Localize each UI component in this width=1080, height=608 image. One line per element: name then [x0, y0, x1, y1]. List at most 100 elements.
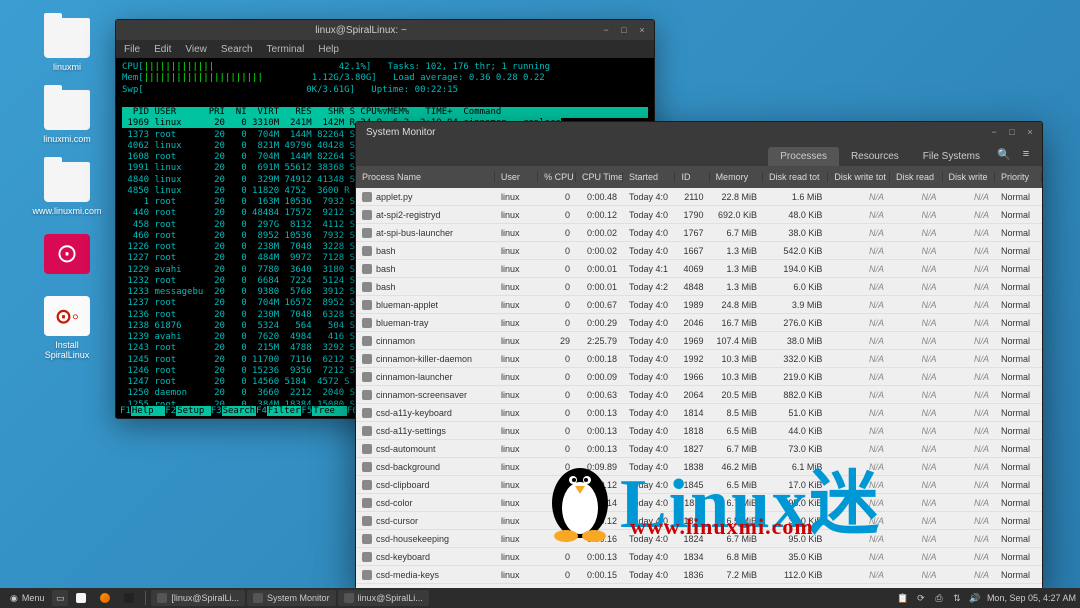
table-row[interactable]: bashlinux00:00.01Today 4:248481.3 MiB6.0…: [356, 278, 1042, 296]
table-row[interactable]: csd-colorlinux00:00.14Today 4:018116.7 M…: [356, 494, 1042, 512]
process-icon: [362, 282, 372, 292]
network-icon[interactable]: ⇅: [951, 592, 963, 604]
table-row[interactable]: applet.pylinux00:00.48Today 4:0211022.8 …: [356, 188, 1042, 206]
process-icon: [362, 192, 372, 202]
table-row[interactable]: at-spi-bus-launcherlinux00:00.02Today 4:…: [356, 224, 1042, 242]
tab-resources[interactable]: Resources: [839, 147, 911, 166]
printer-icon[interactable]: ⎙: [933, 592, 945, 604]
process-icon: [362, 300, 372, 310]
process-icon: [362, 408, 372, 418]
process-icon: [362, 570, 372, 580]
show-desktop-button[interactable]: ▭: [52, 590, 68, 606]
column-header[interactable]: Disk read: [890, 172, 943, 182]
table-row[interactable]: cinnamon-screensaverlinux00:00.63Today 4…: [356, 386, 1042, 404]
column-header[interactable]: Process Name: [356, 172, 495, 182]
table-row[interactable]: cinnamon-launcherlinux00:00.09Today 4:01…: [356, 368, 1042, 386]
column-header[interactable]: CPU Time: [576, 172, 623, 182]
process-icon: [362, 426, 372, 436]
close-icon[interactable]: ×: [636, 24, 648, 36]
process-icon: [362, 210, 372, 220]
table-row[interactable]: csd-keyboardlinux00:00.13Today 4:018346.…: [356, 548, 1042, 566]
minimize-icon[interactable]: −: [600, 24, 612, 36]
terminal-title-bar[interactable]: linux@SpiralLinux: ~ − □ ×: [116, 20, 654, 40]
taskbar-task-1[interactable]: System Monitor: [247, 590, 336, 606]
files-launcher[interactable]: [70, 590, 92, 606]
process-icon: [362, 264, 372, 274]
debian-icon: ⊙: [44, 234, 90, 274]
desktop-icon-3[interactable]: ⊙: [38, 234, 96, 278]
process-icon: [362, 498, 372, 508]
system-monitor-window: System Monitor − □ × ProcessesResourcesF…: [355, 121, 1043, 589]
process-icon: [362, 372, 372, 382]
taskbar-menu-button[interactable]: ◉ Menu: [4, 590, 50, 606]
maximize-icon[interactable]: □: [1006, 126, 1018, 138]
column-header[interactable]: Disk write: [943, 172, 996, 182]
terminal-title: linux@SpiralLinux: ~: [122, 25, 600, 36]
process-icon: [362, 390, 372, 400]
menu-file[interactable]: File: [124, 44, 140, 55]
table-row[interactable]: cinnamon-killer-daemonlinux00:00.18Today…: [356, 350, 1042, 368]
desktop-icon-2[interactable]: www.linuxmi.com: [38, 162, 96, 216]
table-row[interactable]: csd-media-keyslinux00:00.15Today 4:01836…: [356, 566, 1042, 584]
update-icon[interactable]: ⟳: [915, 592, 927, 604]
terminal-launcher[interactable]: [118, 590, 140, 606]
column-header[interactable]: ID: [675, 172, 709, 182]
table-row[interactable]: csd-cursorlinux00:00.12Today 4:018166.5 …: [356, 512, 1042, 530]
maximize-icon[interactable]: □: [618, 24, 630, 36]
minimize-icon[interactable]: −: [988, 126, 1000, 138]
volume-icon[interactable]: 🔊: [969, 592, 981, 604]
column-header[interactable]: User: [495, 172, 538, 182]
menu-terminal[interactable]: Terminal: [267, 44, 305, 55]
column-header[interactable]: Memory: [710, 172, 763, 182]
table-row[interactable]: csd-clipboardlinux00:00.12Today 4:018456…: [356, 476, 1042, 494]
table-row[interactable]: bashlinux00:00.02Today 4:016671.3 MiB542…: [356, 242, 1042, 260]
close-icon[interactable]: ×: [1024, 126, 1036, 138]
sysmon-title: System Monitor: [362, 127, 988, 138]
table-row[interactable]: blueman-traylinux00:00.29Today 4:0204616…: [356, 314, 1042, 332]
desktop-icon-1[interactable]: linuxmi.com: [38, 90, 96, 144]
firefox-launcher[interactable]: [94, 590, 116, 606]
taskbar: ◉ Menu ▭ [linux@SpiralLi...System Monito…: [0, 588, 1080, 608]
table-row[interactable]: cinnamonlinux292:25.79Today 4:01969107.4…: [356, 332, 1042, 350]
column-header[interactable]: Priority: [995, 172, 1042, 182]
tab-file-systems[interactable]: File Systems: [911, 147, 992, 166]
menu-view[interactable]: View: [185, 44, 207, 55]
install-icon: ⊙◦: [44, 296, 90, 336]
table-row[interactable]: blueman-appletlinux00:00.67Today 4:01989…: [356, 296, 1042, 314]
process-icon: [362, 534, 372, 544]
column-header[interactable]: % CPU: [538, 172, 576, 182]
table-row[interactable]: bashlinux00:00.01Today 4:140691.3 MiB194…: [356, 260, 1042, 278]
process-table-body[interactable]: applet.pylinux00:00.48Today 4:0211022.8 …: [356, 188, 1042, 588]
menu-edit[interactable]: Edit: [154, 44, 171, 55]
table-row[interactable]: at-spi2-registrydlinux00:00.12Today 4:01…: [356, 206, 1042, 224]
folder-icon: [44, 162, 90, 202]
menu-icon[interactable]: ≡: [1018, 146, 1034, 162]
table-row[interactable]: csd-backgroundlinux00:09.89Today 4:01838…: [356, 458, 1042, 476]
search-icon[interactable]: 🔍: [996, 146, 1012, 162]
table-row[interactable]: csd-a11y-keyboardlinux00:00.13Today 4:01…: [356, 404, 1042, 422]
desktop-icon-0[interactable]: linuxmi: [38, 18, 96, 72]
table-row[interactable]: csd-automountlinux00:00.13Today 4:018276…: [356, 440, 1042, 458]
menu-search[interactable]: Search: [221, 44, 253, 55]
process-icon: [362, 552, 372, 562]
table-row[interactable]: csd-housekeepinglinux00:00.16Today 4:018…: [356, 530, 1042, 548]
column-header[interactable]: Disk read tot: [763, 172, 828, 182]
terminal-menu-bar: File Edit View Search Terminal Help: [116, 40, 654, 58]
process-icon: [362, 228, 372, 238]
clipboard-icon[interactable]: 📋: [897, 592, 909, 604]
column-header[interactable]: Started: [623, 172, 676, 182]
folder-icon: [44, 90, 90, 130]
spiral-icon: ◉: [10, 593, 18, 604]
desktop-icon-4[interactable]: ⊙◦ Install SpiralLinux: [38, 296, 96, 360]
taskbar-task-0[interactable]: [linux@SpiralLi...: [151, 590, 245, 606]
taskbar-task-2[interactable]: linux@SpiralLi...: [338, 590, 429, 606]
taskbar-clock[interactable]: Mon, Sep 05, 4:27 AM: [987, 593, 1076, 603]
menu-help[interactable]: Help: [318, 44, 339, 55]
desktop-icon-label: linuxmi.com: [43, 134, 91, 144]
tab-processes[interactable]: Processes: [768, 147, 839, 166]
sysmon-title-bar[interactable]: System Monitor − □ ×: [356, 122, 1042, 142]
desktop-icon-label: Install SpiralLinux: [38, 340, 96, 360]
desktop-icons: linuxmi linuxmi.com www.linuxmi.com ⊙ ⊙◦ Inst…: [38, 18, 96, 360]
table-row[interactable]: csd-a11y-settingslinux00:00.13Today 4:01…: [356, 422, 1042, 440]
column-header[interactable]: Disk write tot: [828, 172, 890, 182]
